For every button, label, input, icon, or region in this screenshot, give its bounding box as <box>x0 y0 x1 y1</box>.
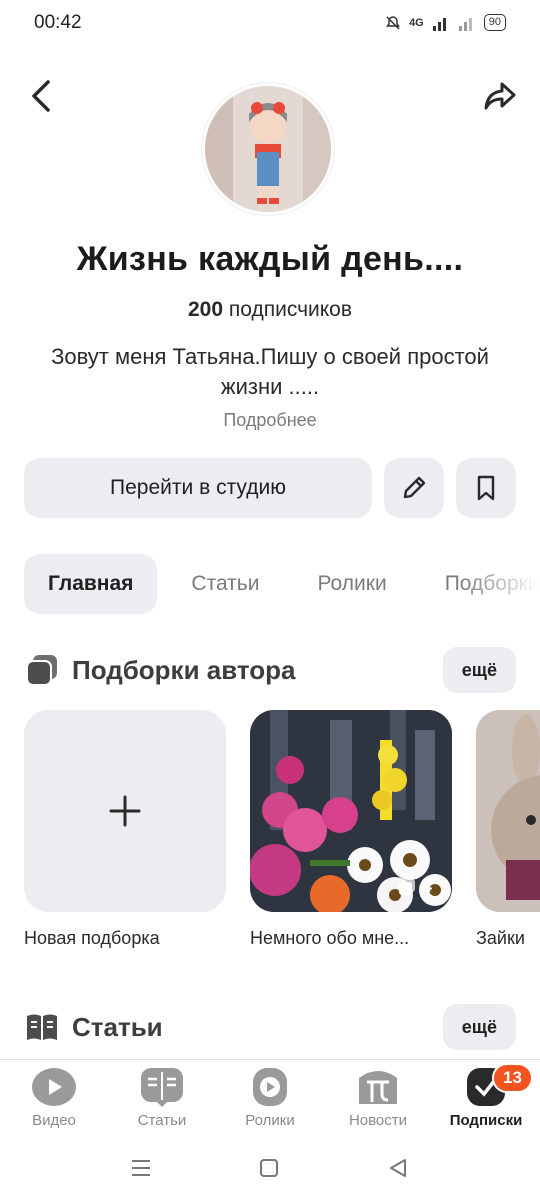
news-icon <box>359 1071 397 1104</box>
network-label: 4G <box>409 16 424 29</box>
subscriptions-badge: 13 <box>492 1063 533 1093</box>
menu-icon <box>132 1160 150 1176</box>
subscribers-number: 200 <box>187 298 224 321</box>
nav-item-articles[interactable]: Статьи <box>108 1060 216 1140</box>
nav-item-subscriptions[interactable]: Подписки 13 <box>432 1060 540 1140</box>
nav-label-subscriptions: Подписки <box>449 1112 523 1129</box>
signal-icon <box>432 17 446 31</box>
nav-label-news: Новости <box>348 1112 408 1129</box>
articles-icon <box>141 1068 183 1107</box>
nav-label-articles: Статьи <box>137 1112 187 1129</box>
system-navigation <box>0 1140 540 1200</box>
avatar-image <box>205 86 331 212</box>
mute-bell-icon <box>386 15 401 30</box>
triangle-back-icon <box>390 1159 406 1177</box>
subscribers-label: подписчиков <box>228 298 353 321</box>
status-icons: 4G 90 <box>385 14 506 31</box>
collection-cover-image <box>476 710 540 912</box>
collections-icon <box>26 655 57 686</box>
articles-header: Статьи ещё <box>24 1003 516 1051</box>
channel-title: Жизнь каждый день.... <box>76 240 464 278</box>
battery-indicator: 90 <box>483 14 506 31</box>
chevron-left-icon <box>32 80 50 112</box>
status-bar: 00:42 4G 90 <box>0 0 540 48</box>
new-collection-card[interactable] <box>24 710 226 912</box>
collection-count: 4 <box>397 876 432 898</box>
pencil-icon <box>403 476 426 499</box>
menu-button[interactable] <box>130 1158 152 1183</box>
new-collection-label: Новая подборка <box>24 928 160 948</box>
channel-description: Зовут меня Татьяна.Пишу о своей простой … <box>51 344 489 399</box>
subscribers-count: 200 подписчиков <box>0 298 540 322</box>
shorts-icon <box>253 1068 287 1106</box>
tab-shorts[interactable]: Ролики <box>293 554 410 614</box>
articles-more-button[interactable]: ещё <box>442 1004 516 1050</box>
home-button[interactable] <box>259 1158 279 1183</box>
collection-count-value: 4 <box>421 876 432 897</box>
collections-title: Подборки автора <box>72 654 296 685</box>
system-back-button[interactable] <box>388 1158 408 1183</box>
collection-label-about-me: Немного обо мне... <box>250 928 410 948</box>
tab-main[interactable]: Главная <box>24 554 158 614</box>
status-time: 00:42 <box>34 12 82 33</box>
nav-label-video: Видео <box>32 1112 76 1129</box>
collections-more-button[interactable]: ещё <box>442 647 516 693</box>
share-button[interactable] <box>482 78 518 114</box>
nav-item-video[interactable]: Видео <box>0 1060 108 1140</box>
collection-label-bunnies: Зайки <box>476 928 525 948</box>
plus-icon <box>109 795 141 827</box>
nav-label-shorts: Ролики <box>245 1112 295 1129</box>
go-to-studio-button[interactable]: Перейти в студию <box>24 458 372 518</box>
collections-carousel: Новая подборка 4 Немного обо мне... Зайк… <box>24 710 540 960</box>
book-icon <box>27 1014 57 1040</box>
collection-card-bunnies[interactable] <box>476 710 540 912</box>
bookmark-icon <box>477 475 495 501</box>
bookmark-button[interactable] <box>456 458 516 518</box>
signal-icon-2 <box>458 17 472 31</box>
back-button[interactable] <box>26 78 56 114</box>
home-square-icon <box>260 1159 278 1177</box>
tabs-fade <box>460 554 540 614</box>
tab-articles[interactable]: Статьи <box>167 554 283 614</box>
more-link[interactable]: Подробнее <box>0 410 540 431</box>
nav-item-shorts[interactable]: Ролики <box>216 1060 324 1140</box>
edit-button[interactable] <box>384 458 444 518</box>
articles-title: Статьи <box>72 1011 163 1042</box>
stack-icon <box>399 879 416 895</box>
share-icon <box>484 82 516 110</box>
bottom-navigation: Видео Статьи Ролики Новости Подписки 13 <box>0 1059 540 1140</box>
collections-header: Подборки автора ещё <box>24 646 516 694</box>
video-icon <box>32 1068 76 1106</box>
collection-card-about-me[interactable]: 4 <box>250 710 452 912</box>
avatar <box>205 86 331 212</box>
nav-item-news[interactable]: Новости <box>324 1060 432 1140</box>
